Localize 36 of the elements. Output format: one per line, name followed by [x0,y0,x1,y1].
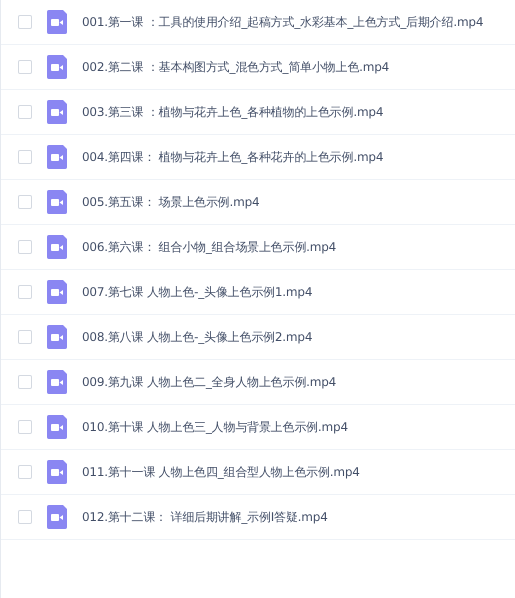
file-name[interactable]: 003.第三课 ：植物与花卉上色_各种植物的上色示例.mp4 [82,103,384,121]
checkbox[interactable] [18,375,32,389]
video-file-icon [47,55,67,79]
checkbox[interactable] [18,15,32,29]
video-file-icon [47,235,67,259]
checkbox[interactable] [18,60,32,74]
video-file-icon [47,415,67,439]
file-name[interactable]: 009.第九课 人物上色二_全身人物上色示例.mp4 [82,373,336,391]
checkbox[interactable] [18,510,32,524]
checkbox[interactable] [18,105,32,119]
file-name[interactable]: 006.第六课： 组合小物_组合场景上色示例.mp4 [82,238,336,256]
checkbox[interactable] [18,285,32,299]
video-file-icon [47,190,67,214]
video-file-icon [47,325,67,349]
file-name[interactable]: 001.第一课 ：工具的使用介绍_起稿方式_水彩基本_上色方式_后期介绍.mp4 [82,13,484,31]
file-name[interactable]: 005.第五课： 场景上色示例.mp4 [82,193,260,211]
file-name[interactable]: 011.第十一课 人物上色四_组合型人物上色示例.mp4 [82,463,360,481]
checkbox[interactable] [18,330,32,344]
file-name[interactable]: 008.第八课 人物上色-_头像上色示例2.mp4 [82,328,312,346]
video-file-icon [47,10,67,34]
file-name[interactable]: 007.第七课 人物上色-_头像上色示例1.mp4 [82,283,312,301]
video-file-icon [47,505,67,529]
video-file-icon [47,100,67,124]
file-name[interactable]: 012.第十二课： 详细后期讲解_示例I答疑.mp4 [82,508,328,526]
file-name[interactable]: 002.第二课 ：基本构图方式_混色方式_简单小物上色.mp4 [82,58,390,76]
checkbox[interactable] [18,465,32,479]
checkbox[interactable] [18,420,32,434]
video-file-icon [47,370,67,394]
file-name[interactable]: 010.第十课 人物上色三_人物与背景上色示例.mp4 [82,418,348,436]
video-file-icon [47,460,67,484]
checkbox[interactable] [18,240,32,254]
video-file-icon [47,145,67,169]
checkbox[interactable] [18,150,32,164]
checkbox[interactable] [18,195,32,209]
file-name[interactable]: 004.第四课： 植物与花卉上色_各种花卉的上色示例.mp4 [82,148,384,166]
video-file-icon [47,280,67,304]
